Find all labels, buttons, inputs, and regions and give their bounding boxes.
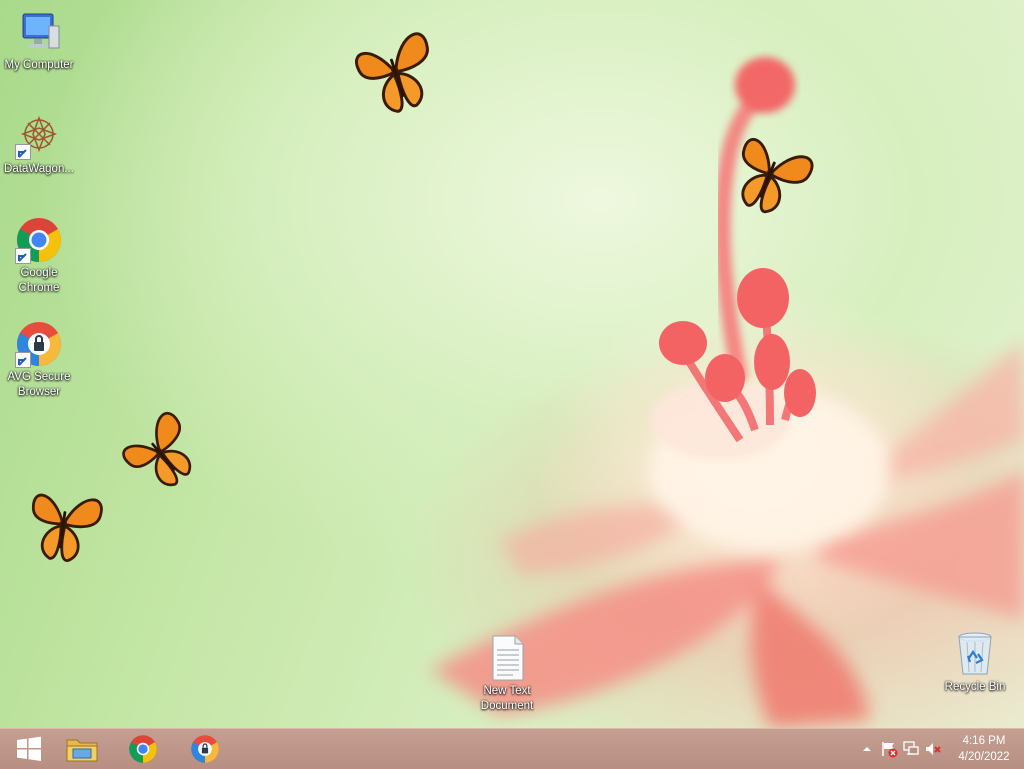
datawagon-label: DataWagon... <box>4 163 74 175</box>
taskbar: 4:16 PM 4/20/2022 <box>0 728 1024 769</box>
chevron-up-icon <box>863 747 871 751</box>
avg-secure-browser-icon[interactable]: AVG Secure Browser <box>1 320 77 400</box>
shortcut-arrow-icon <box>15 144 31 160</box>
recycle-bin-label: Recycle Bin <box>944 681 1006 693</box>
volume-muted-icon <box>926 743 941 755</box>
network-button[interactable] <box>900 729 922 769</box>
avg-browser-logo-icon <box>15 320 63 368</box>
volume-button[interactable] <box>922 729 944 769</box>
butterfly-icon <box>741 138 814 214</box>
avg-browser-logo-icon <box>191 735 219 763</box>
desktop-background[interactable]: My Computer DataWagon... Google Chrome A… <box>0 0 1024 728</box>
google-chrome-icon[interactable]: Google Chrome <box>1 216 77 296</box>
text-file-icon <box>483 634 531 682</box>
show-hidden-icons-button[interactable] <box>856 729 878 769</box>
flag-warning-icon <box>882 742 898 758</box>
butterfly-icon <box>31 493 103 563</box>
new-text-document-label: New Text Document <box>480 685 534 712</box>
butterfly-icon <box>122 412 192 487</box>
recycle-bin-icon[interactable]: Recycle Bin <box>937 630 1013 695</box>
wallpaper-flower <box>430 57 1024 728</box>
file-explorer-button[interactable] <box>52 729 112 769</box>
computer-monitor-icon <box>15 8 63 56</box>
google-chrome-taskbar-button[interactable] <box>114 729 172 769</box>
start-button[interactable] <box>0 729 58 769</box>
butterfly-icon <box>355 32 429 113</box>
network-icon <box>903 741 919 755</box>
datawagon-icon[interactable]: DataWagon... <box>1 112 77 177</box>
shortcut-arrow-icon <box>15 248 31 264</box>
new-text-document-icon[interactable]: New Text Document <box>469 634 545 714</box>
folder-icon <box>66 739 98 762</box>
clock-date: 4/20/2022 <box>958 751 1010 763</box>
shortcut-arrow-icon <box>15 352 31 368</box>
clock[interactable]: 4:16 PM 4/20/2022 <box>944 733 1024 765</box>
system-tray: 4:16 PM 4/20/2022 <box>856 729 1024 769</box>
avg-secure-browser-taskbar-button[interactable] <box>176 729 234 769</box>
chrome-logo-icon <box>129 735 157 763</box>
trash-bin-icon <box>951 630 999 678</box>
google-chrome-label: Google Chrome <box>18 267 60 294</box>
avg-secure-browser-label: AVG Secure Browser <box>7 371 71 398</box>
my-computer-icon[interactable]: My Computer <box>1 8 77 73</box>
chrome-logo-icon <box>15 216 63 264</box>
windows-logo-icon <box>17 736 41 761</box>
action-center-button[interactable] <box>878 729 900 769</box>
my-computer-label: My Computer <box>4 59 74 71</box>
clock-time: 4:16 PM <box>962 735 1006 747</box>
datawagon-logo-icon <box>15 112 63 160</box>
